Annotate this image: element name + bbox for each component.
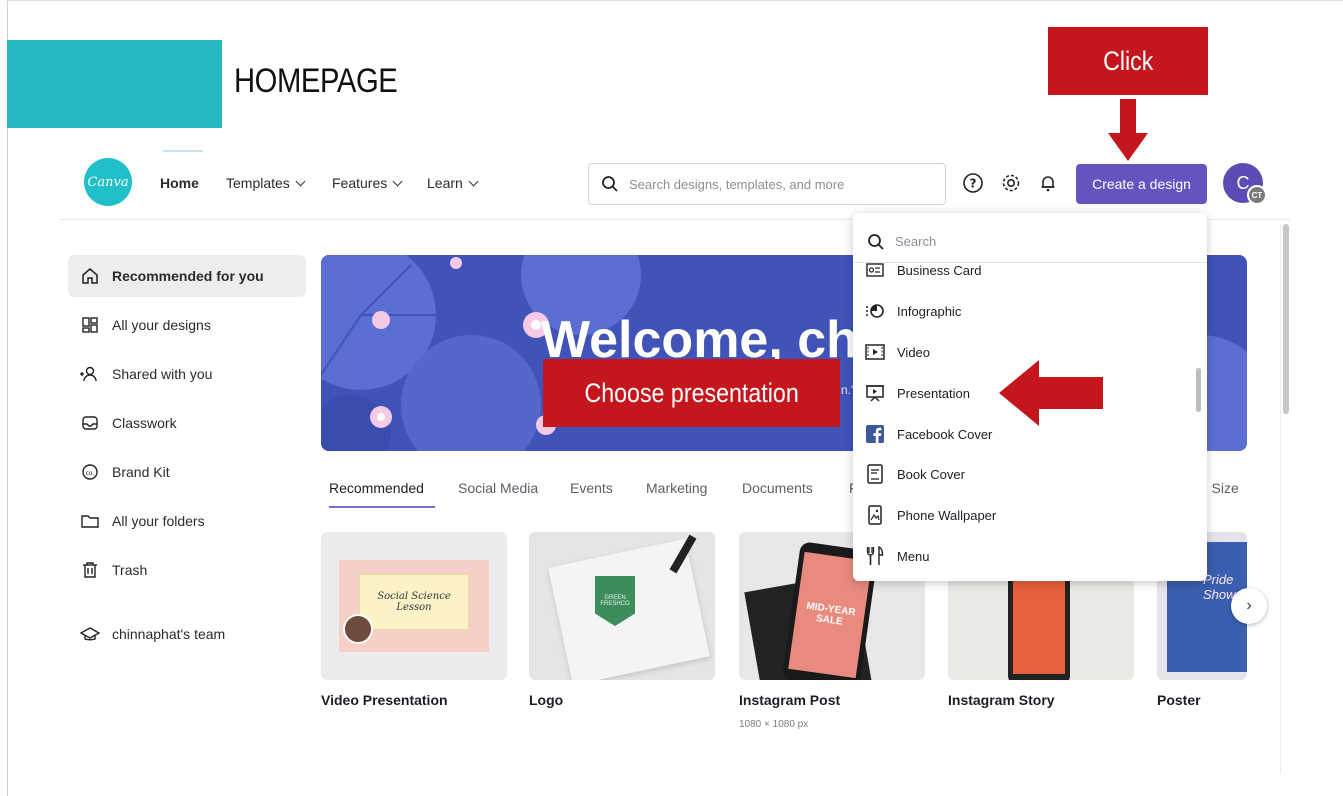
- avatar-badge: CT: [1247, 185, 1267, 205]
- settings-gear-icon[interactable]: [1000, 172, 1022, 194]
- menu-cutlery-icon: [865, 546, 885, 566]
- search-input[interactable]: Search designs, templates, and more: [588, 163, 946, 205]
- sidebar-item-shared[interactable]: Shared with you: [68, 353, 306, 395]
- tab-social-media[interactable]: Social Media: [458, 480, 538, 496]
- sidebar-item-team[interactable]: chinnaphat's team: [68, 613, 306, 655]
- tab-active-underline: [329, 506, 435, 508]
- dropdown-item-phone-wallpaper[interactable]: Phone Wallpaper: [865, 500, 996, 530]
- presentation-icon: [865, 383, 885, 403]
- tab-recommended[interactable]: Recommended: [329, 480, 424, 496]
- tab-documents[interactable]: Documents: [742, 480, 813, 496]
- card-dimensions: 1080 × 1080 px: [739, 719, 809, 730]
- phone-icon: [865, 505, 885, 525]
- chevron-down-icon: [295, 176, 306, 186]
- sidebar-item-classwork[interactable]: Classwork: [68, 402, 306, 444]
- brand-kit-icon: co.: [80, 462, 100, 482]
- sidebar-item-trash[interactable]: Trash: [68, 549, 306, 591]
- canva-logo[interactable]: Canva: [84, 158, 132, 206]
- dropdown-item-business-card[interactable]: Business Card: [865, 255, 982, 285]
- nav-active-indicator: [163, 150, 203, 152]
- nav-templates[interactable]: Templates: [226, 175, 306, 191]
- chevron-down-icon: [468, 176, 479, 186]
- card-label-logo[interactable]: Logo: [529, 692, 563, 708]
- business-card-icon: [865, 260, 885, 280]
- card-label-instagram-post[interactable]: Instagram Post: [739, 692, 840, 708]
- help-icon[interactable]: ?: [962, 172, 984, 194]
- dropdown-item-infographic[interactable]: Infographic: [865, 296, 961, 326]
- dropdown-item-menu[interactable]: Menu: [865, 541, 930, 571]
- shared-people-icon: [80, 364, 100, 384]
- sidebar-item-recommended[interactable]: Recommended for you: [68, 255, 306, 297]
- search-icon: [868, 233, 884, 250]
- card-label-video-presentation[interactable]: Video Presentation: [321, 692, 448, 708]
- arrow-down-icon: [1108, 99, 1148, 161]
- card-label-poster[interactable]: Poster: [1157, 692, 1201, 708]
- video-icon: [865, 342, 885, 362]
- sidebar-item-all-designs[interactable]: All your designs: [68, 304, 306, 346]
- teal-accent-block: [7, 40, 222, 128]
- canva-topbar: Canva Home Templates Features Learn Sear…: [60, 150, 1290, 220]
- dropdown-item-facebook-cover[interactable]: Facebook Cover: [865, 419, 992, 449]
- facebook-icon: [865, 424, 885, 444]
- template-card-logo[interactable]: GREEN FRESHCO: [529, 532, 715, 680]
- dropdown-scroll-thumb[interactable]: [1196, 368, 1201, 412]
- dropdown-item-presentation[interactable]: Presentation: [865, 378, 970, 408]
- sidebar-item-folders[interactable]: All your folders: [68, 500, 306, 542]
- page-scroll-thumb[interactable]: [1283, 224, 1289, 414]
- svg-text:co.: co.: [86, 470, 95, 477]
- nav-features[interactable]: Features: [332, 175, 403, 191]
- thumbnail-caption: Social Science Lesson: [359, 574, 469, 630]
- trash-icon: [80, 560, 100, 580]
- svg-text:?: ?: [970, 177, 977, 191]
- carousel-next-button[interactable]: ›: [1231, 588, 1267, 624]
- search-icon: [602, 176, 618, 192]
- dropdown-item-video[interactable]: Video: [865, 337, 930, 367]
- create-design-button[interactable]: Create a design: [1076, 164, 1207, 204]
- slide-heading: HOMEPAGE: [234, 62, 398, 100]
- inbox-icon: [80, 413, 100, 433]
- book-icon: [865, 464, 885, 484]
- card-label-instagram-story[interactable]: Instagram Story: [948, 692, 1055, 708]
- arrow-left-icon: [999, 360, 1103, 426]
- grid-icon: [80, 315, 100, 335]
- tab-marketing[interactable]: Marketing: [646, 480, 707, 496]
- click-callout: Click: [1048, 27, 1208, 95]
- dropdown-item-book-cover[interactable]: Book Cover: [865, 459, 965, 489]
- choose-presentation-callout: Choose presentation: [543, 359, 840, 427]
- sidebar: Recommended for you All your designs Sha…: [68, 255, 306, 662]
- tab-events[interactable]: Events: [570, 480, 613, 496]
- nav-learn[interactable]: Learn: [427, 175, 479, 191]
- graduation-cap-icon: [80, 624, 100, 644]
- chevron-right-icon: ›: [1246, 597, 1252, 614]
- infographic-icon: [865, 301, 885, 321]
- chevron-down-icon: [392, 176, 403, 186]
- home-icon: [80, 266, 100, 286]
- nav-home[interactable]: Home: [160, 175, 199, 191]
- notification-bell-icon[interactable]: [1037, 172, 1059, 194]
- folder-icon: [80, 511, 100, 531]
- sidebar-item-brand-kit[interactable]: co. Brand Kit: [68, 451, 306, 493]
- page-scrollbar[interactable]: [1280, 224, 1290, 774]
- template-card-video-presentation[interactable]: Social Science Lesson: [321, 532, 507, 680]
